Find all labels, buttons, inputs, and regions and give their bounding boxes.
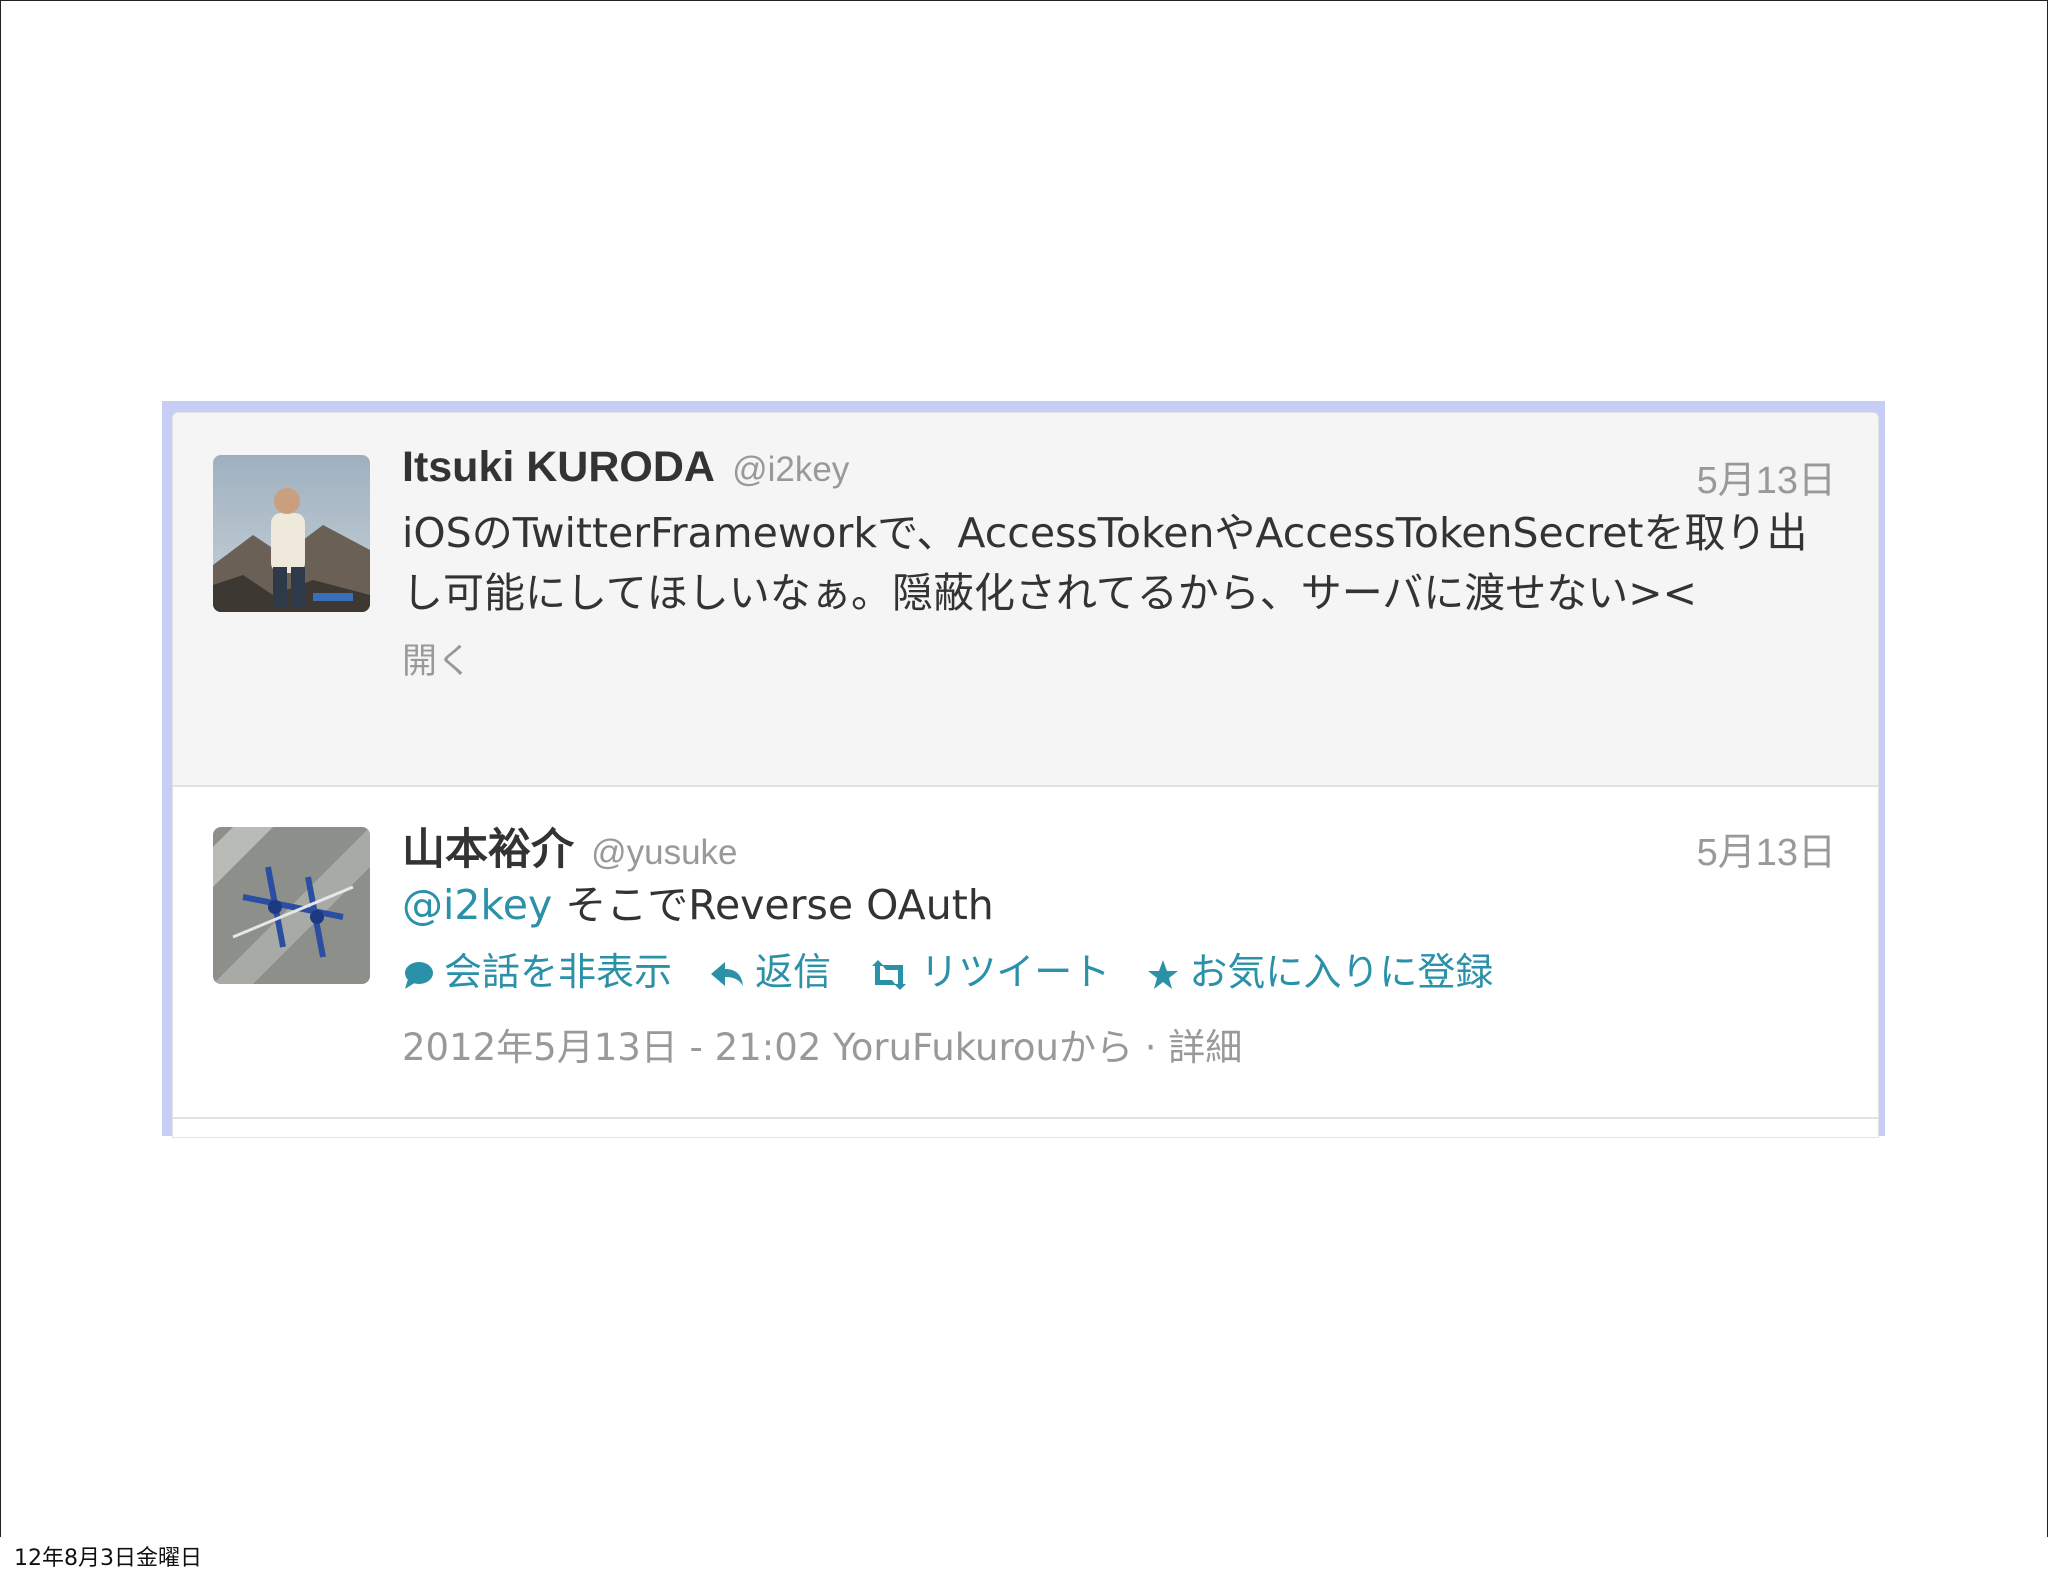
tweet-item[interactable]: 山本裕介 @yusuke 5月13日 @i2key そこでReverse OAu… — [173, 789, 1878, 1119]
favorite-label: お気に入りに登録 — [1189, 950, 1494, 994]
hide-conversation-label: 会話を非表示 — [444, 950, 673, 994]
expand-link[interactable]: 開く — [402, 633, 1836, 684]
slide-footer — [0, 1537, 2048, 1576]
retweet-icon — [872, 959, 907, 990]
hide-conversation-button[interactable]: 会話を非表示 — [402, 941, 672, 996]
mention-link[interactable]: @i2key — [402, 881, 552, 929]
slide: Itsuki KURODA @i2key 5月13日 iOSのTwitterFr… — [0, 0, 2048, 1538]
tweet-timeline: Itsuki KURODA @i2key 5月13日 iOSのTwitterFr… — [172, 412, 1879, 1138]
avatar[interactable] — [213, 455, 370, 612]
tweet-meta[interactable]: 2012年5月13日 - 21:02 YoruFukurouから · 詳細 — [402, 1017, 1836, 1071]
tweet-text: iOSのTwitterFrameworkで、AccessTokenやAccess… — [402, 509, 1808, 617]
retweet-label: リツイート — [920, 950, 1111, 994]
reply-button[interactable]: 返信 — [709, 941, 831, 996]
star-icon — [1148, 959, 1179, 989]
reply-label: 返信 — [755, 950, 832, 994]
tweet-header: Itsuki KURODA @i2key 5月13日 — [402, 443, 1836, 502]
user-name[interactable]: Itsuki KURODA — [402, 443, 715, 491]
user-name[interactable]: 山本裕介 — [402, 826, 574, 874]
avatar[interactable] — [213, 827, 370, 984]
tweet-actions: 会話を非表示 返信 リツイート お気に入りに登録 — [402, 941, 1836, 1001]
avatar-photo — [213, 827, 370, 984]
tweet-screenshot: Itsuki KURODA @i2key 5月13日 iOSのTwitterFr… — [162, 401, 1885, 1138]
tweet-item[interactable]: Itsuki KURODA @i2key 5月13日 iOSのTwitterFr… — [173, 413, 1878, 787]
user-handle[interactable]: @yusuke — [591, 833, 737, 872]
tweet-date[interactable]: 5月13日 — [1697, 821, 1836, 876]
footer-date: 12年8月3日金曜日 — [14, 1546, 202, 1571]
user-handle[interactable]: @i2key — [732, 450, 849, 489]
favorite-button[interactable]: お気に入りに登録 — [1147, 941, 1493, 996]
speech-bubble-icon — [405, 961, 433, 989]
avatar-photo — [213, 455, 370, 612]
tweet-date[interactable]: 5月13日 — [1697, 449, 1836, 504]
retweet-button[interactable]: リツイート — [868, 941, 1110, 996]
tweet-header: 山本裕介 @yusuke 5月13日 — [402, 815, 1836, 874]
tweet-text: @i2key そこでReverse OAuth — [402, 875, 1836, 935]
tweet-content: Itsuki KURODA @i2key 5月13日 iOSのTwitterFr… — [402, 443, 1836, 684]
reply-arrow-icon — [711, 961, 744, 986]
tweet-content: 山本裕介 @yusuke 5月13日 @i2key そこでReverse OAu… — [402, 815, 1836, 1071]
tweet-text-body: そこでReverse OAuth — [565, 881, 994, 929]
